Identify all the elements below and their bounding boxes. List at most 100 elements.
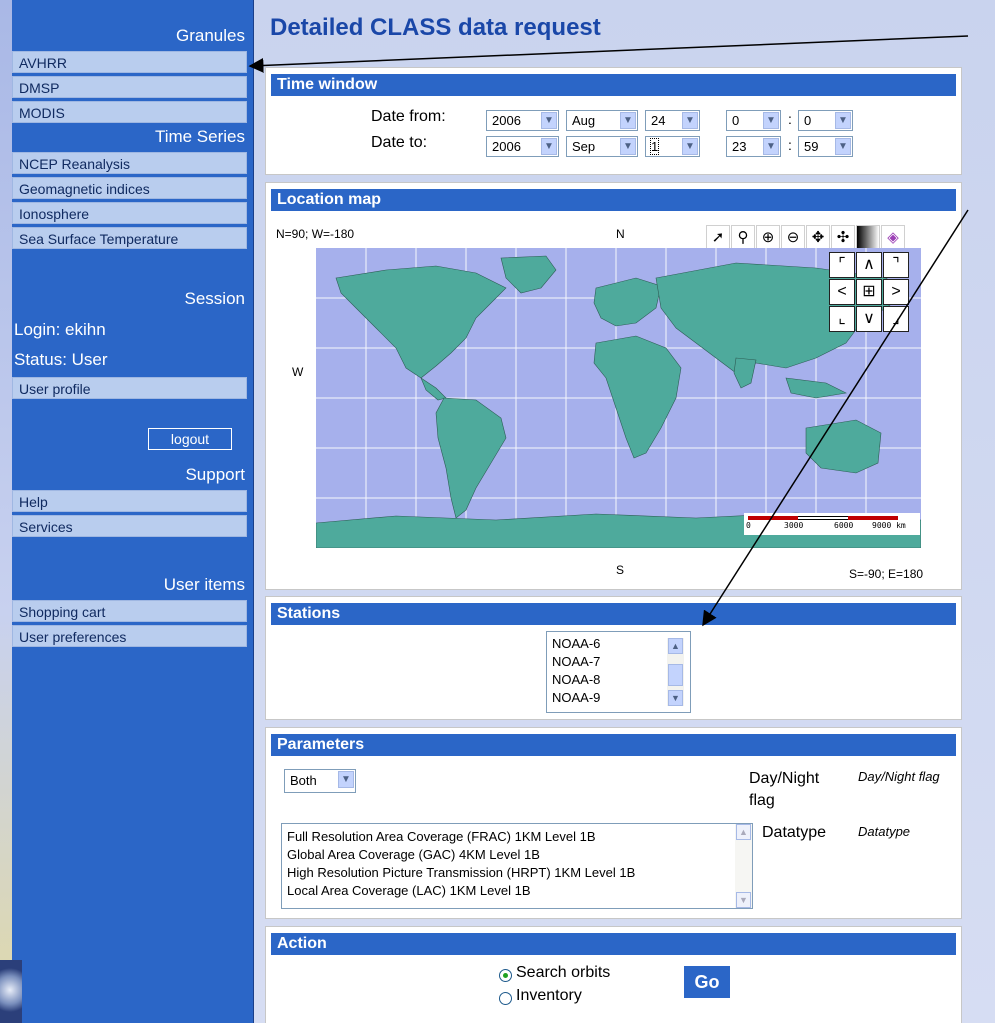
datatype-option[interactable]: High Resolution Picture Transmission (HR… [282,864,752,882]
sidebar-item-help[interactable]: Help [12,490,247,512]
to-day-select[interactable]: 1 ▼ [645,136,700,157]
datatype-option[interactable]: Global Area Coverage (GAC) 4KM Level 1B [282,846,752,864]
sidebar-item-ncep-reanalysis[interactable]: NCEP Reanalysis [12,152,247,174]
action-panel: Action [265,926,962,1023]
datatype-listbox[interactable]: Full Resolution Area Coverage (FRAC) 1KM… [281,823,753,909]
stations-listbox[interactable]: NOAA-6 NOAA-7 NOAA-8 NOAA-9 ▲ ▼ [546,631,691,713]
from-hour-select[interactable]: 0 ▼ [726,110,781,131]
map-top-left-coords: N=90; W=-180 [276,227,355,241]
from-month-value: Aug [572,113,596,128]
chevron-down-icon[interactable]: ▼ [736,892,751,908]
datatype-label: Datatype [762,824,827,841]
sidebar-item-sea-surface-temperature[interactable]: Sea Surface Temperature [12,227,247,249]
from-year-select[interactable]: 2006 ▼ [486,110,559,131]
from-day-value: 24 [651,113,666,128]
sidebar-item-shopping-cart[interactable]: Shopping cart [12,600,247,622]
pan-east-button[interactable]: > [883,279,909,305]
from-time-separator: : [788,111,792,127]
scale-tick-6000: 6000 [834,521,854,530]
chevron-down-icon: ▼ [682,112,698,129]
chevron-down-icon: ▼ [541,112,557,129]
pan-south-button[interactable]: ∨ [856,306,882,332]
from-minute-select[interactable]: 0 ▼ [798,110,853,131]
scale-segment [748,516,798,520]
left-gutter [0,0,12,1023]
day-night-label: Day/Night flag [749,770,820,809]
chevron-up-icon[interactable]: ▲ [736,824,751,840]
status-text: Status: User [14,350,108,369]
day-night-value: Both [290,773,317,788]
chevron-down-icon: ▼ [620,138,636,155]
sidebar-item-geomagnetic-indices[interactable]: Geomagnetic indices [12,177,247,199]
datatype-option[interactable]: Full Resolution Area Coverage (FRAC) 1KM… [282,828,752,846]
stations-scrollbar[interactable]: ▲ ▼ [667,638,684,706]
pan-northeast-button[interactable]: ⌝ [883,252,909,278]
sidebar-item-services[interactable]: Services [12,515,247,537]
map-north-label: N [616,227,625,241]
date-from-label: Date from: [371,108,446,125]
chevron-up-icon[interactable]: ▲ [668,638,683,654]
scale-bar: 0 3000 6000 9000 km [744,513,920,535]
sidebar-item-dmsp[interactable]: DMSP [12,76,247,98]
to-hour-select[interactable]: 23 ▼ [726,136,781,157]
location-map-header: Location map [271,189,956,211]
to-month-select[interactable]: Sep ▼ [566,136,638,157]
day-night-select[interactable]: Both ▼ [284,769,356,793]
date-to-label: Date to: [371,134,428,151]
sidebar-item-user-profile[interactable]: User profile [12,377,247,399]
granules-title: Granules [176,26,245,45]
datatype-scrollbar[interactable]: ▲ ▼ [735,824,752,908]
pan-southeast-button[interactable]: ⌟ [883,306,909,332]
sidebar-item-ionosphere[interactable]: Ionosphere [12,202,247,224]
inventory-radio[interactable] [499,992,512,1005]
map-south-label: S [616,563,625,577]
to-minute-select[interactable]: 59 ▼ [798,136,853,157]
login-text: Login: ekihn [14,320,106,339]
scale-tick-0: 0 [746,521,751,530]
from-year-value: 2006 [492,113,521,128]
world-map[interactable]: ⌜ ∧ ⌝ < ⊞ > ⌞ ∨ ⌟ 0 3000 6000 9000 km [316,248,921,548]
pan-north-button[interactable]: ∧ [856,252,882,278]
stations-header: Stations [271,603,956,625]
from-month-select[interactable]: Aug ▼ [566,110,638,131]
sidebar-item-user-preferences[interactable]: User preferences [12,625,247,647]
scroll-thumb[interactable] [668,664,683,686]
to-month-value: Sep [572,139,596,154]
chevron-down-icon: ▼ [835,138,851,155]
scale-tick-3000: 3000 [784,521,804,530]
time-window-header: Time window [271,74,956,96]
support-title: Support [185,465,245,484]
from-day-select[interactable]: 24 ▼ [645,110,700,131]
chevron-down-icon: ▼ [763,112,779,129]
datatype-hint: Datatype [858,824,911,839]
logout-button[interactable]: logout [148,428,232,450]
search-orbits-label: Search orbits [516,964,611,981]
datatype-option[interactable]: Local Area Coverage (LAC) 1KM Level 1B [282,882,752,900]
to-time-separator: : [788,137,792,153]
time-window-panel: Time window Date from: Date to: 2006 ▼ Au… [265,67,962,175]
chevron-down-icon: ▼ [835,112,851,129]
search-orbits-radio[interactable] [499,969,512,982]
center-map-button[interactable]: ⊞ [856,279,882,305]
sidebar-item-avhrr[interactable]: AVHRR [12,51,247,73]
map-bottom-right-coords: S=-90; E=180 [849,567,924,581]
session-title: Session [184,289,245,308]
chevron-down-icon: ▼ [620,112,636,129]
to-year-select[interactable]: 2006 ▼ [486,136,559,157]
parameters-header: Parameters [271,734,956,756]
agency-seal-logo [0,960,22,1023]
inventory-label: Inventory [516,987,582,1004]
scale-tick-9000: 9000 km [872,521,906,530]
pan-west-button[interactable]: < [829,279,855,305]
to-day-value: 1 [649,138,660,155]
sidebar-item-modis[interactable]: MODIS [12,101,247,123]
action-header: Action [271,933,956,955]
chevron-down-icon[interactable]: ▼ [668,690,683,706]
to-year-value: 2006 [492,139,521,154]
go-button[interactable]: Go [684,966,730,998]
pan-northwest-button[interactable]: ⌜ [829,252,855,278]
map-west-label: W [292,365,304,379]
day-night-hint: Day/Night flag [858,769,940,784]
to-hour-value: 23 [732,139,747,154]
pan-southwest-button[interactable]: ⌞ [829,306,855,332]
